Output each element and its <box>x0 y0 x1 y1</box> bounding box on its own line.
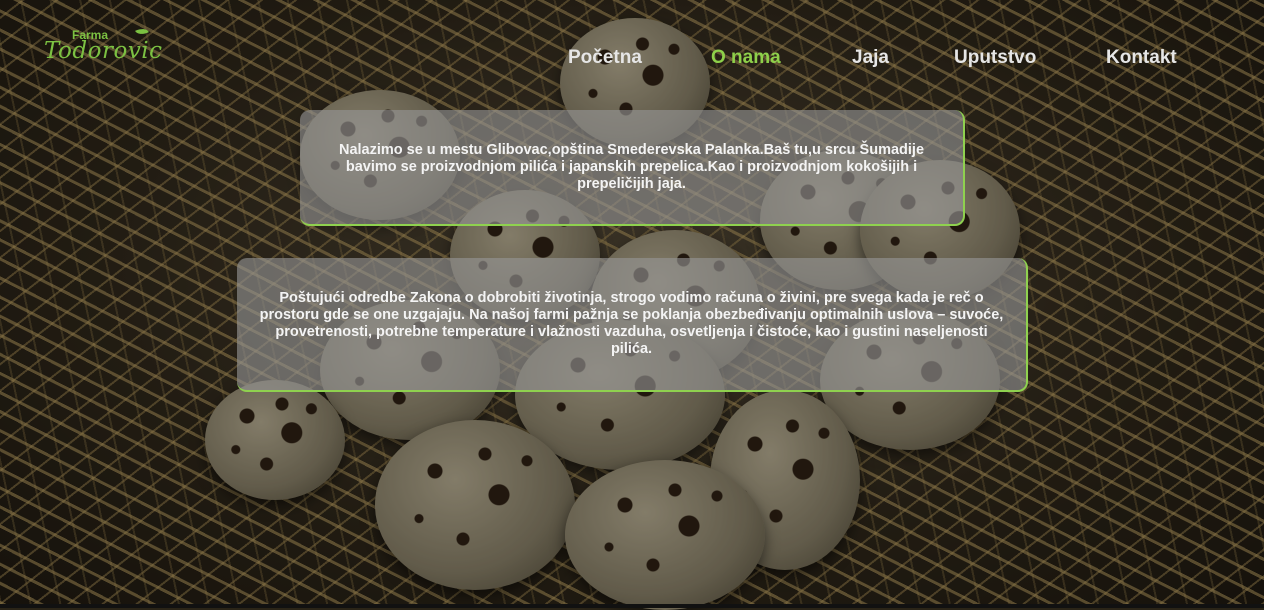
about-location-panel: Nalazimo se u mestu Glibovac,opština Sme… <box>300 110 965 226</box>
animal-welfare-text: Poštujući odredbe Zakona o dobrobiti živ… <box>259 290 1004 357</box>
nav-item-uputstvo[interactable]: Uputstvo <box>954 47 1036 69</box>
main-nav: Početna O nama Jaja Uputstvo Kontakt <box>0 47 1264 71</box>
animal-welfare-panel: Poštujući odredbe Zakona o dobrobiti živ… <box>237 258 1028 392</box>
nav-item-pocetna[interactable]: Početna <box>568 47 642 69</box>
nav-item-o-nama[interactable]: O nama <box>711 47 781 69</box>
nav-item-jaja[interactable]: Jaja <box>852 47 889 69</box>
about-location-text: Nalazimo se u mestu Glibovac,opština Sme… <box>338 141 925 192</box>
bottom-divider <box>0 604 1264 608</box>
nav-item-kontakt[interactable]: Kontakt <box>1106 47 1177 69</box>
